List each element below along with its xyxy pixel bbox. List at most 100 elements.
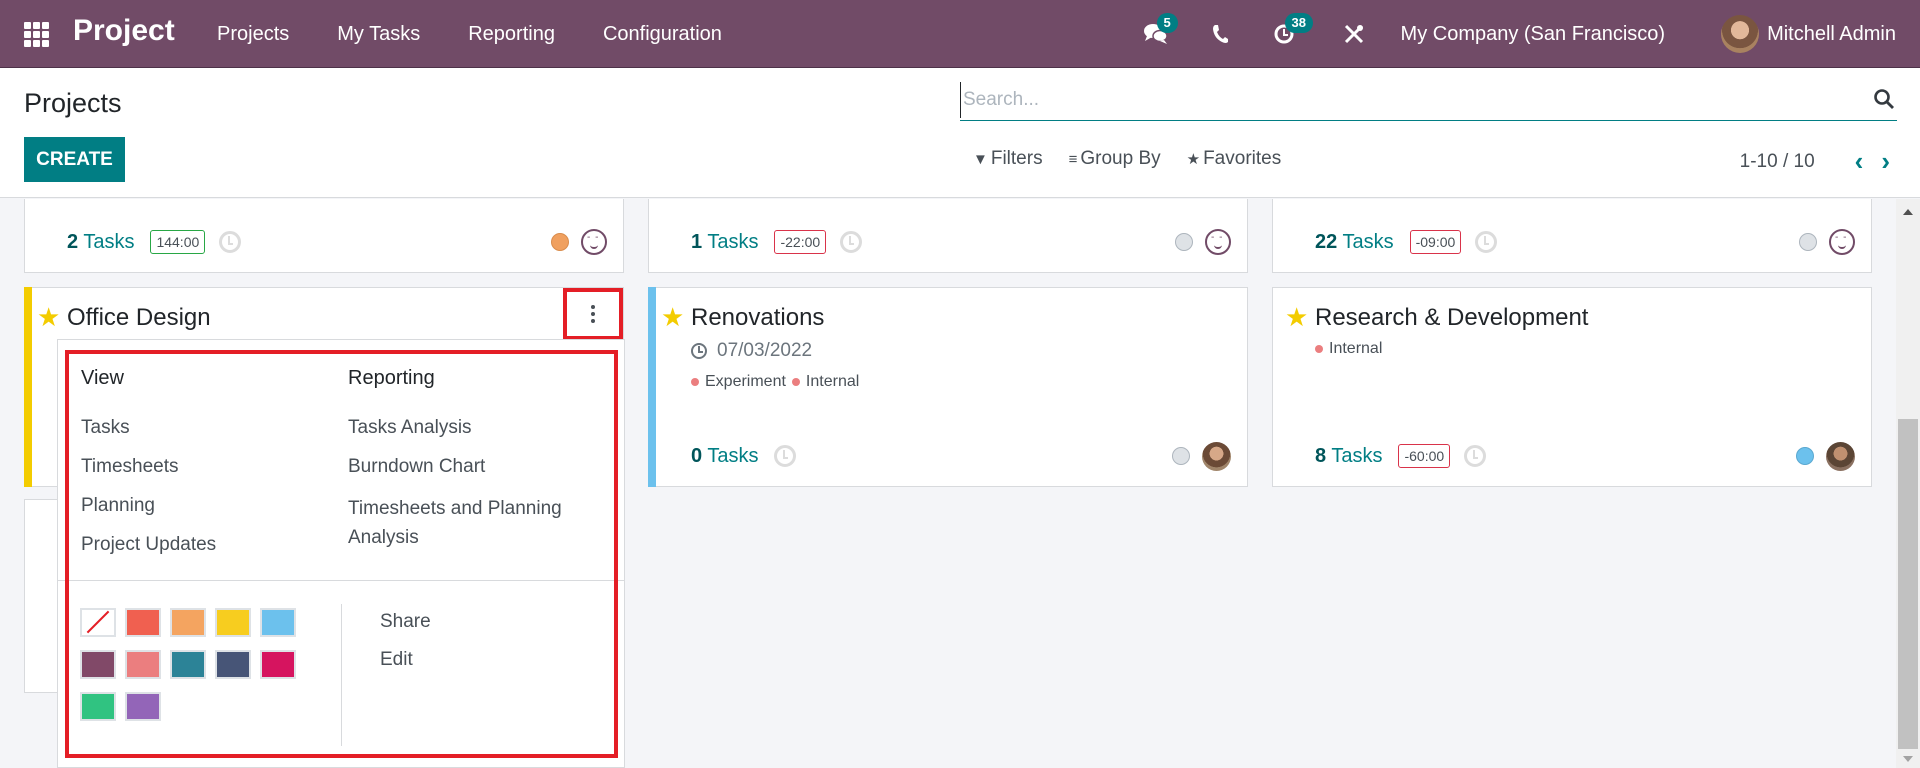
color-swatch[interactable]	[170, 608, 206, 637]
menu-reporting[interactable]: Reporting	[468, 23, 555, 46]
project-name[interactable]: Research & Development	[1315, 304, 1588, 332]
project-name[interactable]: Office Design	[67, 304, 211, 332]
vertical-scrollbar[interactable]	[1896, 199, 1920, 768]
color-swatch[interactable]	[215, 608, 251, 637]
pager-value[interactable]: 1-10 / 10	[1740, 151, 1815, 173]
project-name[interactable]: Renovations	[691, 304, 824, 332]
project-card[interactable]: 2 Tasks 144:00	[24, 199, 624, 273]
status-indicator[interactable]	[1796, 447, 1814, 465]
tasks-label: Tasks	[83, 230, 135, 253]
color-swatch[interactable]	[125, 608, 161, 637]
project-card[interactable]: 22 Tasks -09:00	[1272, 199, 1872, 273]
color-swatch[interactable]	[260, 608, 296, 637]
menu-my-tasks[interactable]: My Tasks	[337, 23, 420, 46]
scroll-down-arrow-icon[interactable]	[1903, 756, 1913, 762]
tasks-count: 8	[1315, 444, 1327, 467]
company-switcher[interactable]: My Company (San Francisco)	[1401, 23, 1666, 46]
remaining-hours-badge: 144:00	[150, 230, 206, 254]
menu-item-burndown-chart[interactable]: Burndown Chart	[348, 455, 598, 479]
create-button[interactable]: CREATE	[24, 137, 125, 182]
menu-item-project-updates[interactable]: Project Updates	[81, 533, 216, 557]
user-name: Mitchell Admin	[1767, 22, 1896, 45]
search-icon[interactable]	[1873, 88, 1895, 110]
manager-avatar	[1202, 441, 1231, 471]
tasks-count-link[interactable]: 2 Tasks	[67, 231, 134, 254]
color-picker	[80, 608, 296, 721]
debug-tools-button[interactable]	[1339, 19, 1369, 49]
activities-button[interactable]: 38	[1269, 13, 1313, 49]
tasks-label: Tasks	[707, 230, 759, 253]
tasks-count-link[interactable]: 0 Tasks	[691, 445, 758, 468]
remaining-hours-badge: -60:00	[1398, 444, 1451, 468]
top-navbar: Project Projects My Tasks Reporting Conf…	[0, 0, 1920, 68]
status-indicator[interactable]	[551, 233, 569, 251]
color-swatch-none[interactable]	[80, 608, 116, 637]
tasks-count: 0	[691, 444, 703, 467]
project-card[interactable]: 1 Tasks -22:00	[648, 199, 1248, 273]
tasks-count-link[interactable]: 1 Tasks	[691, 231, 758, 254]
tag: Internal	[791, 373, 859, 391]
status-indicator[interactable]	[1799, 233, 1817, 251]
color-swatch[interactable]	[125, 650, 161, 679]
activity-clock-icon[interactable]	[840, 231, 863, 253]
tasks-count: 1	[691, 230, 703, 253]
remaining-hours-badge: -09:00	[1409, 230, 1462, 254]
user-menu[interactable]: Mitchell Admin	[1721, 15, 1896, 53]
status-indicator[interactable]	[1175, 233, 1193, 251]
tasks-count-link[interactable]: 8 Tasks	[1315, 445, 1382, 468]
scroll-thumb[interactable]	[1898, 419, 1918, 749]
tasks-label: Tasks	[1331, 444, 1383, 467]
card-footer: 22 Tasks -09:00	[1315, 226, 1855, 258]
share-menu-item[interactable]: Share	[380, 610, 431, 634]
messages-button[interactable]: 5	[1141, 13, 1178, 49]
card-footer: 1 Tasks -22:00	[691, 226, 1231, 258]
activity-clock-icon[interactable]	[774, 445, 797, 467]
menu-configuration[interactable]: Configuration	[603, 23, 722, 46]
card-menu-button[interactable]	[563, 288, 623, 340]
color-swatch[interactable]	[125, 692, 161, 721]
pager-next-icon[interactable]: ›	[1881, 146, 1890, 177]
color-swatch[interactable]	[80, 650, 116, 679]
systray: 5 38 My Company (San Francisco) Mitchell…	[1141, 0, 1920, 68]
activity-clock-icon[interactable]	[1464, 445, 1487, 467]
search-input[interactable]	[960, 82, 1897, 118]
favorite-star-icon[interactable]: ★	[661, 302, 684, 333]
status-indicator[interactable]	[1172, 447, 1190, 465]
card-footer: 2 Tasks 144:00	[67, 226, 607, 258]
smile-icon	[1829, 229, 1855, 255]
card-footer: 0 Tasks	[691, 440, 1231, 472]
menu-item-timesheets[interactable]: Timesheets	[81, 455, 216, 479]
favorite-star-icon[interactable]: ★	[1285, 302, 1308, 333]
app-brand[interactable]: Project	[73, 14, 175, 48]
color-swatch[interactable]	[260, 650, 296, 679]
favorites-button[interactable]: ★ Favorites	[1187, 148, 1282, 170]
color-swatch[interactable]	[215, 650, 251, 679]
manager-avatar	[1826, 441, 1855, 471]
project-card-renovations[interactable]: ★ Renovations 07/03/2022 Experiment Inte…	[648, 287, 1248, 487]
edit-menu-item[interactable]: Edit	[380, 648, 431, 672]
pager: 1-10 / 10 ‹ ›	[1740, 146, 1890, 177]
activity-clock-icon[interactable]	[219, 231, 242, 253]
menu-item-tasks-analysis[interactable]: Tasks Analysis	[348, 416, 598, 440]
menu-item-tasks[interactable]: Tasks	[81, 416, 216, 440]
color-swatch[interactable]	[80, 692, 116, 721]
color-swatch[interactable]	[170, 650, 206, 679]
group-by-button[interactable]: ≡ Group By	[1069, 148, 1161, 170]
project-card-research-development[interactable]: ★ Research & Development Internal 8 Task…	[1272, 287, 1872, 487]
scroll-up-arrow-icon[interactable]	[1903, 209, 1913, 215]
apps-menu-icon[interactable]	[22, 20, 50, 48]
smile-icon	[581, 229, 607, 255]
phone-button[interactable]	[1205, 19, 1235, 49]
menu-projects[interactable]: Projects	[217, 23, 289, 46]
tasks-count-link[interactable]: 22 Tasks	[1315, 231, 1394, 254]
filters-button[interactable]: ▼ Filters	[973, 148, 1043, 170]
divider	[341, 604, 342, 746]
favorite-star-icon[interactable]: ★	[37, 302, 60, 333]
activity-clock-icon[interactable]	[1475, 231, 1498, 253]
tags-list: Internal	[1315, 340, 1388, 358]
search-bar	[960, 82, 1897, 121]
menu-item-planning[interactable]: Planning	[81, 494, 216, 518]
pager-previous-icon[interactable]: ‹	[1855, 146, 1864, 177]
menu-item-timesheets-planning-analysis[interactable]: Timesheets and Planning Analysis	[348, 494, 598, 552]
user-avatar	[1721, 15, 1760, 53]
